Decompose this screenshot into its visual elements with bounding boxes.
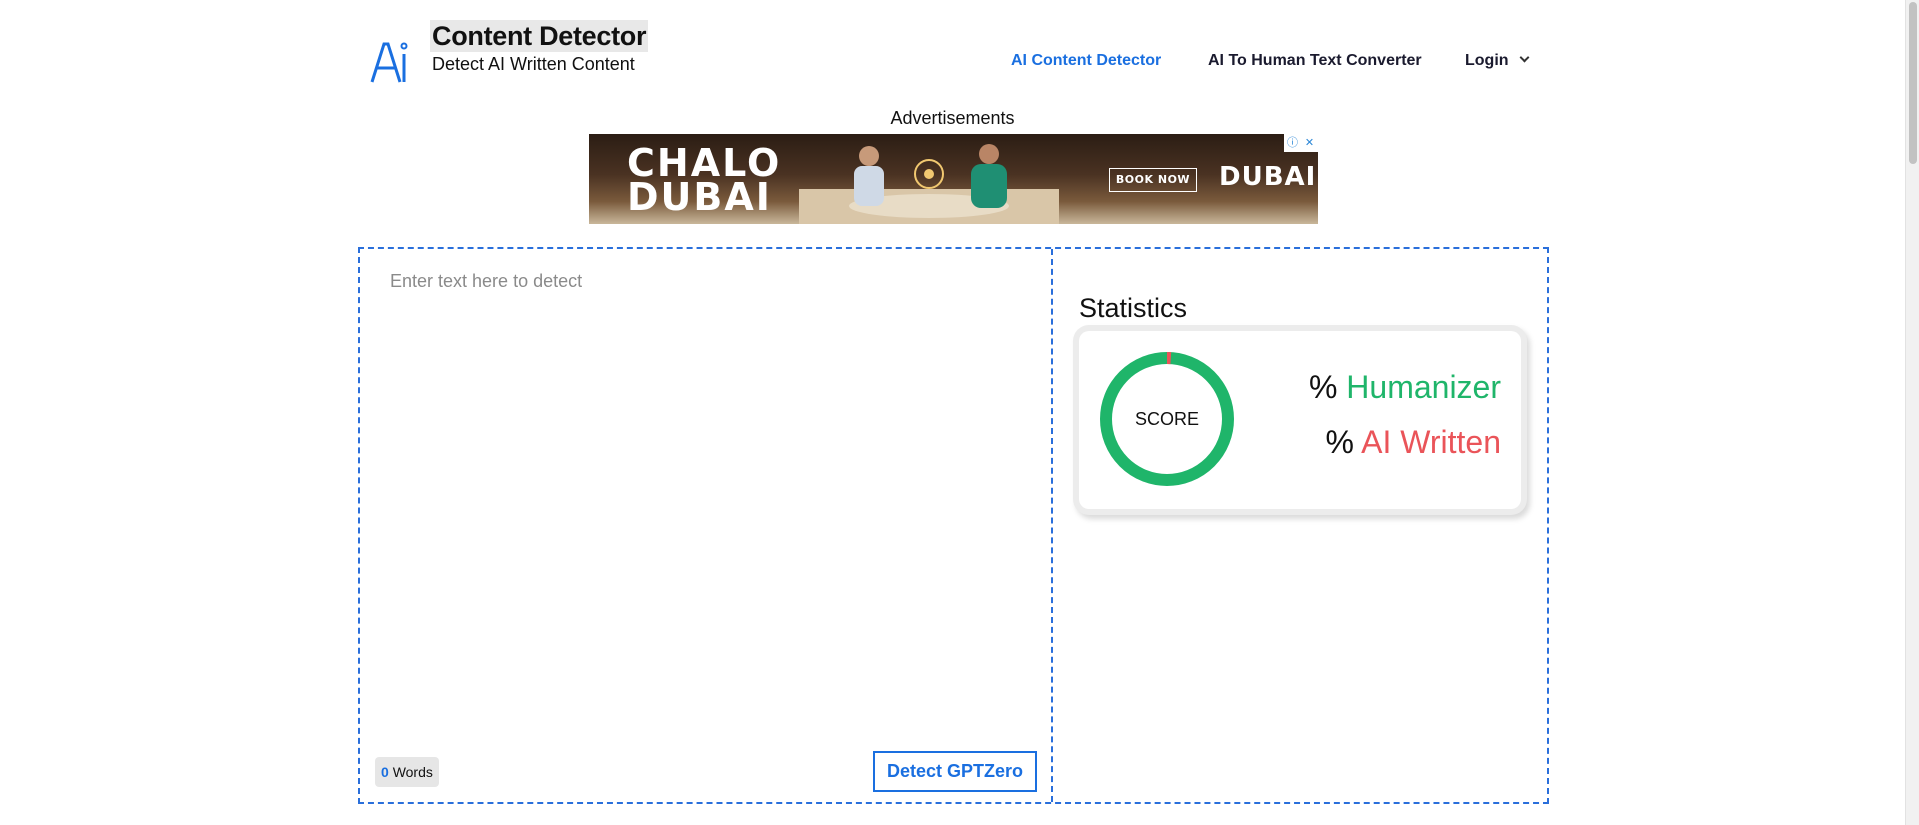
statistics-card: SCORE % Humanizer % AI Written	[1079, 331, 1521, 509]
detect-button[interactable]: Detect GPTZero	[873, 751, 1037, 792]
humanizer-row: % Humanizer	[1309, 369, 1501, 406]
nav-ai-content-detector[interactable]: AI Content Detector	[1011, 52, 1161, 70]
close-icon[interactable]: ✕	[1301, 134, 1318, 152]
ad-scene-image	[799, 144, 1059, 224]
ai-written-row: % AI Written	[1326, 424, 1501, 461]
ad-book-now-button[interactable]: BOOK NOW	[1109, 168, 1197, 192]
word-count: 0	[381, 764, 389, 780]
detector-panel: 0 Words Detect GPTZero Statistics SCORE …	[358, 247, 1549, 804]
ad-brand-logo: DUBAI	[1219, 162, 1317, 192]
chevron-down-icon	[1519, 52, 1529, 63]
text-input[interactable]	[390, 271, 1030, 731]
scrollbar-thumb[interactable]	[1909, 2, 1917, 164]
nav-login[interactable]: Login	[1465, 52, 1529, 70]
nav-login-label: Login	[1465, 52, 1509, 69]
nav-ai-to-human-converter[interactable]: AI To Human Text Converter	[1208, 52, 1422, 70]
score-label: SCORE	[1134, 409, 1199, 429]
word-count-badge: 0 Words	[375, 757, 439, 787]
ai-written-percent: %	[1325, 424, 1354, 460]
page-scrollbar[interactable]	[1905, 0, 1919, 825]
site-title[interactable]: Content Detector	[430, 20, 649, 52]
ai-written-label: AI Written	[1361, 424, 1501, 460]
humanizer-label: Humanizer	[1346, 369, 1501, 405]
ads-label: Advertisements	[890, 108, 1015, 128]
editor-pane: 0 Words Detect GPTZero	[360, 249, 1053, 802]
ad-headline-line2: DUBAI	[627, 175, 772, 219]
ad-controls: ⓘ ✕	[1284, 134, 1318, 152]
humanizer-percent: %	[1308, 369, 1338, 405]
site-header: Content Detector Detect AI Written Conte…	[358, 18, 1538, 88]
statistics-title: Statistics	[1079, 293, 1188, 323]
word-count-label: Words	[392, 764, 433, 780]
statistics-pane: Statistics SCORE % Humanizer % AI Writte…	[1053, 249, 1547, 802]
info-icon[interactable]: ⓘ	[1284, 134, 1301, 152]
ad-headline: CHALO DUBAI	[627, 144, 781, 219]
main-nav: AI Content Detector AI To Human Text Con…	[358, 52, 1538, 76]
ad-banner[interactable]: CHALO DUBAI BOOK NOW DUBAI ⓘ ✕	[589, 134, 1318, 224]
